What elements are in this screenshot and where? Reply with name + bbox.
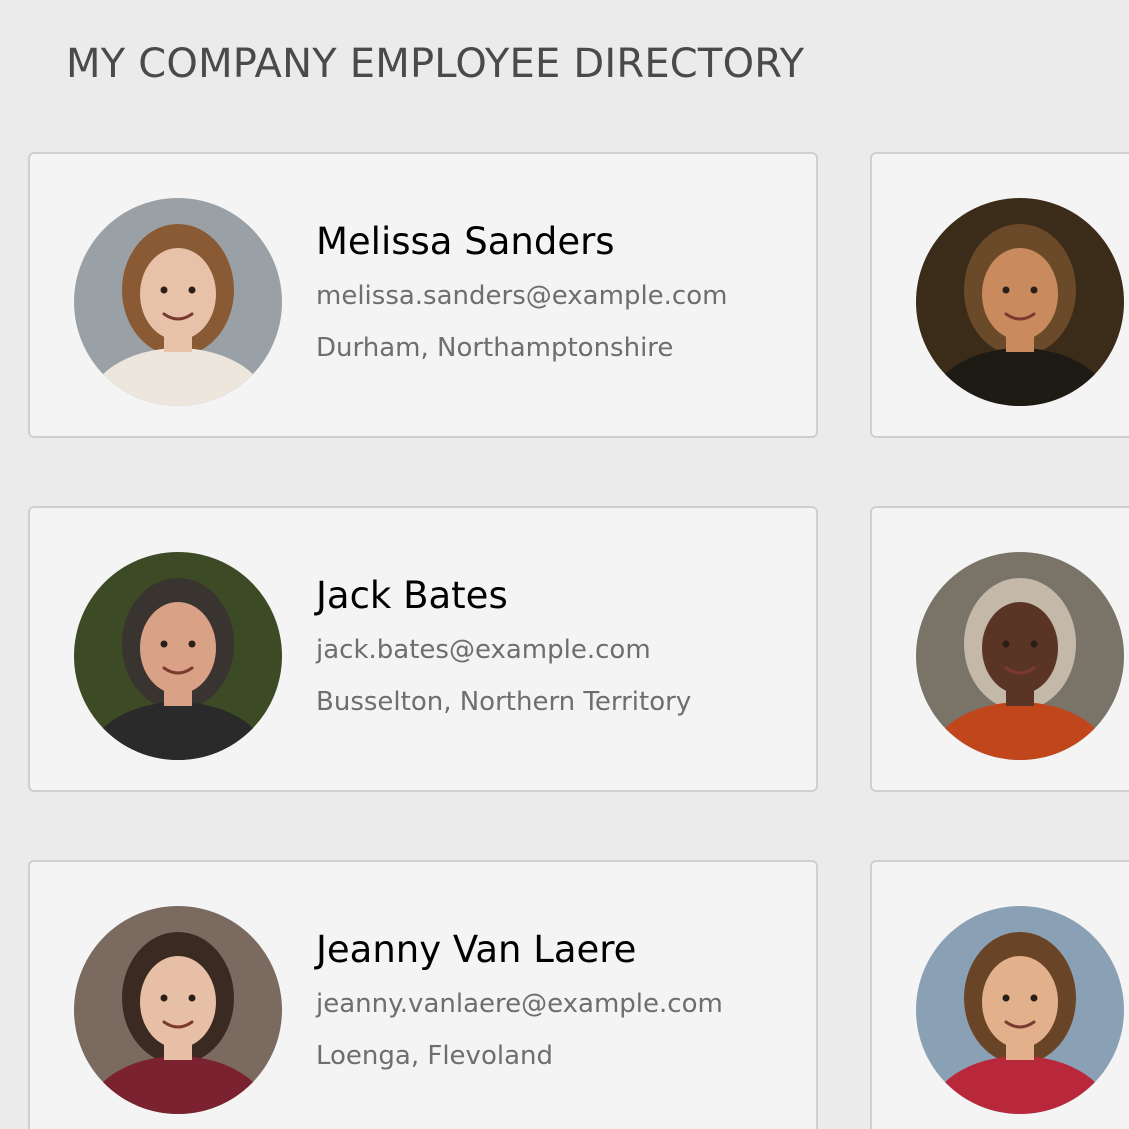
employee-card[interactable]: Jack Bates jack.bates@example.com Bussel… [28, 506, 818, 792]
avatar-photo [916, 552, 1124, 760]
employee-location: Busselton, Northern Territory [316, 687, 692, 717]
employee-name: Jeanny Van Laere [316, 928, 637, 971]
employee-info: Jeanny Van Laere jeanny.vanlaere@example… [316, 922, 806, 1082]
employee-avatar [916, 906, 1124, 1114]
employee-avatar [916, 198, 1124, 406]
employee-avatar [74, 906, 282, 1114]
employee-email: jack.bates@example.com [316, 635, 651, 665]
employee-location: Loenga, Flevoland [316, 1041, 553, 1071]
avatar-photo [74, 906, 282, 1114]
employee-avatar [916, 552, 1124, 760]
employee-email: jeanny.vanlaere@example.com [316, 989, 723, 1019]
avatar-photo [916, 198, 1124, 406]
employee-email: melissa.sanders@example.com [316, 281, 728, 311]
employee-avatar [74, 198, 282, 406]
avatar-photo [74, 552, 282, 760]
employee-info: Melissa Sanders melissa.sanders@example.… [316, 214, 806, 374]
employee-card[interactable] [870, 152, 1129, 438]
employee-name: Melissa Sanders [316, 220, 615, 263]
avatar-photo [74, 198, 282, 406]
employee-card[interactable]: Melissa Sanders melissa.sanders@example.… [28, 152, 818, 438]
employee-card[interactable] [870, 860, 1129, 1129]
employee-name: Jack Bates [316, 574, 508, 617]
employee-info: Jack Bates jack.bates@example.com Bussel… [316, 568, 806, 728]
avatar-photo [916, 906, 1124, 1114]
employee-avatar [74, 552, 282, 760]
page-title: MY COMPANY EMPLOYEE DIRECTORY [66, 41, 805, 87]
employee-location: Durham, Northamptonshire [316, 333, 674, 363]
employee-directory-page: MY COMPANY EMPLOYEE DIRECTORY Melissa Sa… [0, 0, 1129, 1129]
employee-card[interactable]: Jeanny Van Laere jeanny.vanlaere@example… [28, 860, 818, 1129]
employee-card[interactable] [870, 506, 1129, 792]
